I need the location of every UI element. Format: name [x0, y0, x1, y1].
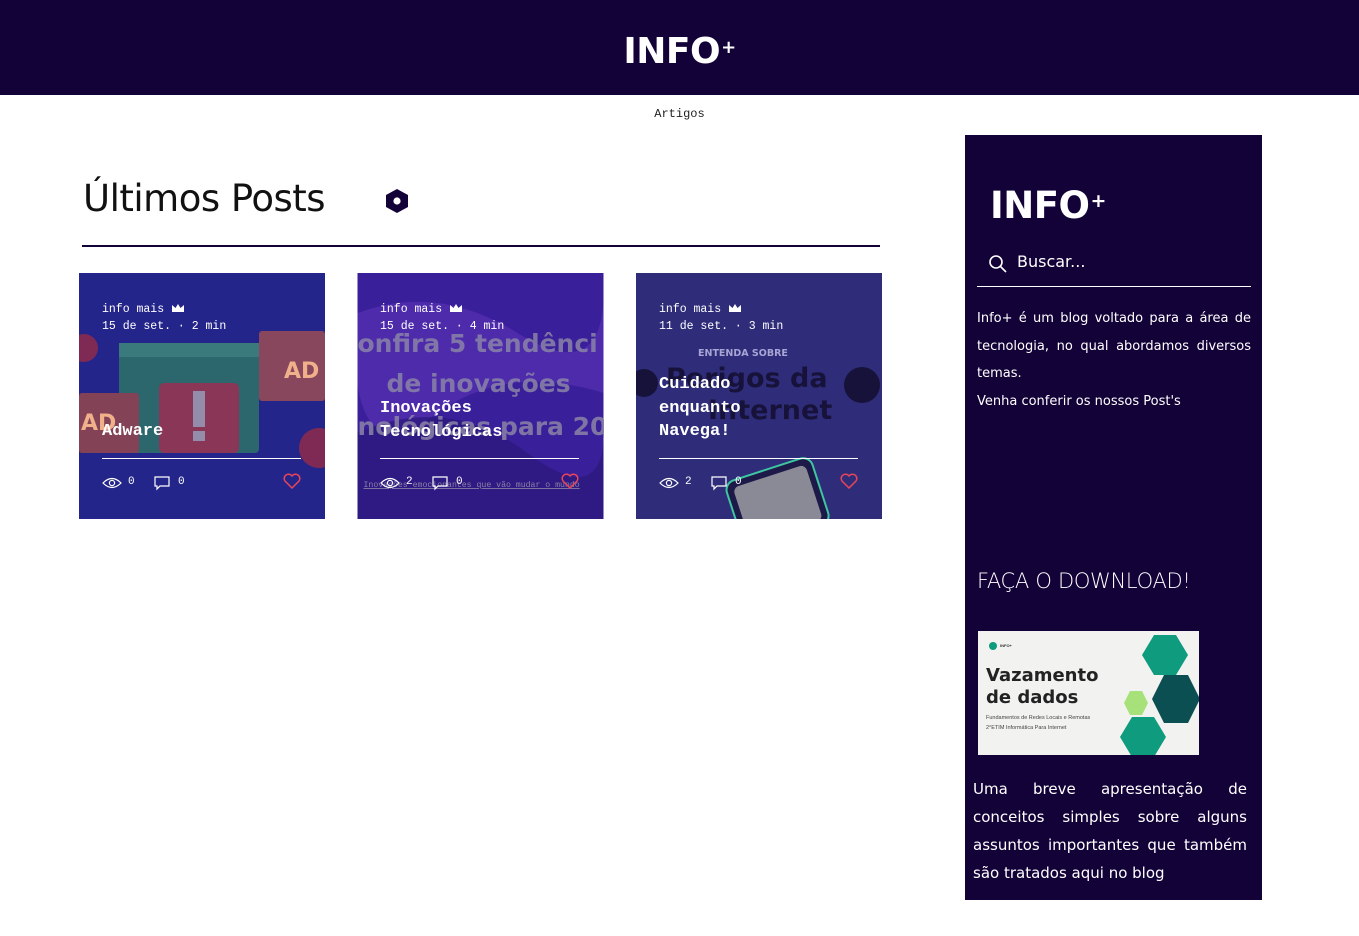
- post-title[interactable]: Inovações Tecnológicas: [380, 397, 585, 444]
- post-date-readtime: 11 de set. · 3 min: [659, 320, 784, 333]
- post-card-adware[interactable]: AD AD info mais 15 de set. · 2 min Adwar…: [79, 273, 325, 519]
- title-divider: [82, 245, 880, 247]
- views-count: 2: [685, 476, 692, 488]
- post-card-cuidado[interactable]: ENTENDA SOBRE Perigos da Internet info m…: [636, 273, 882, 519]
- comments-count: 0: [178, 476, 185, 488]
- svg-text:de inovações: de inovações: [387, 369, 571, 398]
- post-title[interactable]: Adware: [102, 420, 307, 444]
- eye-icon: [102, 477, 122, 489]
- download-thumbnail[interactable]: INFO+ Vazamento de dados Fundamentos de …: [978, 631, 1199, 755]
- sidebar: INFO+ Buscar... Info+ é um blog voltado …: [965, 135, 1262, 900]
- heart-icon[interactable]: [283, 473, 301, 489]
- post-date-readtime: 15 de set. · 4 min: [380, 320, 505, 333]
- heart-icon[interactable]: [561, 473, 579, 489]
- svg-text:ENTENDA SOBRE: ENTENDA SOBRE: [698, 348, 788, 359]
- thumbnail-subtitle: Fundamentos de Redes Locais e Remotas 2°…: [986, 715, 1091, 731]
- post-author[interactable]: info mais: [659, 303, 721, 316]
- post-author[interactable]: info mais: [102, 303, 164, 316]
- post-card-inovacoes[interactable]: onfira 5 tendênci de inovações nológicas…: [357, 273, 604, 519]
- comment-icon[interactable]: [432, 476, 448, 491]
- crown-icon: [172, 304, 185, 312]
- eye-icon: [380, 477, 400, 489]
- card-divider: [659, 458, 858, 459]
- hexagon-icon: [386, 189, 408, 213]
- comment-icon[interactable]: [711, 476, 727, 491]
- svg-text:AD: AD: [284, 359, 319, 384]
- card-divider: [102, 458, 301, 459]
- download-description: Uma breve apresentação de conceitos simp…: [973, 780, 1247, 882]
- heart-icon[interactable]: [840, 473, 858, 489]
- views-count: 2: [406, 476, 413, 488]
- page-title: Últimos Posts: [83, 177, 326, 220]
- comment-icon[interactable]: [154, 476, 170, 491]
- crown-icon: [450, 304, 463, 312]
- thumbnail-title: Vazamento de dados: [986, 665, 1099, 708]
- comments-count: 0: [735, 476, 742, 488]
- post-meta: info mais 11 de set. · 3 min: [659, 301, 783, 335]
- nav-item-artigos[interactable]: Artigos: [0, 107, 1359, 121]
- search-input[interactable]: Buscar...: [1017, 252, 1085, 271]
- sidebar-logo: INFO+: [990, 184, 1106, 227]
- post-meta: info mais 15 de set. · 4 min: [380, 301, 504, 335]
- views-count: 0: [128, 476, 135, 488]
- site-logo[interactable]: INFO+: [0, 28, 1359, 72]
- thumbnail-logo: INFO+: [1000, 643, 1012, 648]
- post-date-readtime: 15 de set. · 2 min: [102, 320, 227, 333]
- download-title: FAÇA O DOWNLOAD!: [977, 569, 1191, 593]
- post-meta: info mais 15 de set. · 2 min: [102, 301, 226, 335]
- crown-icon: [729, 304, 742, 312]
- search-icon[interactable]: [988, 254, 1007, 273]
- card-divider: [380, 458, 579, 459]
- about-text: Info+ é um blog voltado para a área de t…: [977, 311, 1251, 409]
- site-header: INFO+: [0, 0, 1359, 95]
- eye-icon: [659, 477, 679, 489]
- search-bar[interactable]: Buscar...: [977, 248, 1251, 287]
- post-author[interactable]: info mais: [380, 303, 442, 316]
- post-title[interactable]: Cuidado enquanto Navega!: [659, 373, 779, 444]
- comments-count: 0: [456, 476, 463, 488]
